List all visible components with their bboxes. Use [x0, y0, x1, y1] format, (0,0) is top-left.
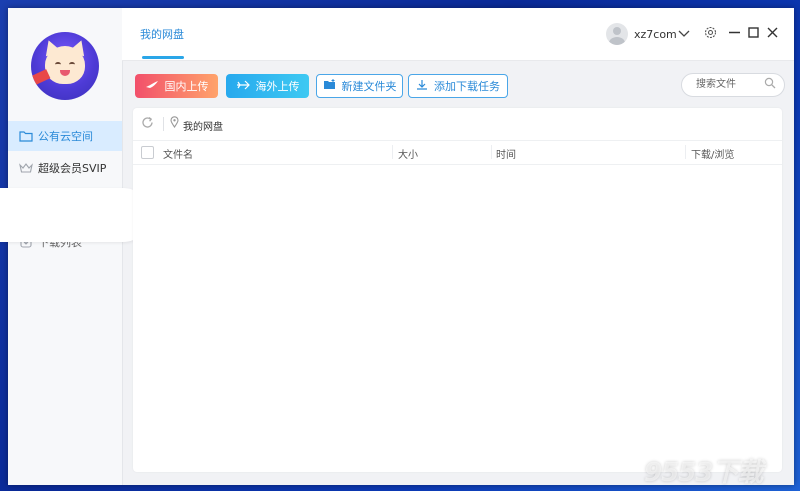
tab-my-disk[interactable]: 我的网盘 [140, 26, 184, 42]
close-icon[interactable] [767, 27, 778, 41]
app-logo [31, 32, 99, 100]
add-download-task-button[interactable]: 添加下载任务 [408, 74, 508, 98]
search-icon[interactable] [764, 77, 776, 92]
username[interactable]: xz7com [634, 28, 677, 41]
domestic-upload-label: 国内上传 [164, 80, 209, 93]
column-divider [685, 145, 686, 159]
sidebar-item-label: 公有云空间 [38, 130, 93, 143]
watermark: 9553下载 [644, 458, 763, 488]
column-header-filename[interactable]: 文件名 [163, 146, 193, 161]
overseas-upload-button[interactable]: 海外上传 [226, 74, 309, 98]
column-header-size[interactable]: 大小 [398, 146, 418, 161]
user-avatar[interactable] [606, 23, 628, 45]
search-box[interactable] [681, 73, 785, 97]
maximize-icon[interactable] [748, 27, 759, 41]
refresh-icon[interactable] [141, 116, 154, 133]
sidebar: 公有云空间 超级会员SVIP 下载列表 [8, 8, 123, 485]
logo-eye-right [69, 62, 75, 67]
add-download-task-label: 添加下载任务 [434, 80, 500, 93]
new-folder-label: 新建文件夹 [341, 80, 397, 93]
download-icon [416, 79, 428, 94]
column-header-download-browse[interactable]: 下载/浏览 [691, 146, 734, 161]
top-bar: 我的网盘 xz7com [122, 8, 794, 61]
sidebar-item-svip[interactable]: 超级会员SVIP [8, 153, 122, 183]
overseas-upload-label: 海外上传 [255, 80, 300, 93]
new-folder-icon [323, 79, 336, 93]
location-pin-icon [170, 116, 179, 131]
logo-cat-face [45, 46, 85, 84]
gear-icon[interactable] [704, 26, 717, 42]
upload-plane-icon [145, 80, 159, 93]
search-input[interactable] [694, 78, 762, 91]
chevron-down-icon[interactable] [678, 27, 690, 41]
logo-cape [31, 69, 51, 85]
app-window: 公有云空间 超级会员SVIP 下载列表 我的网盘 xz7com 国内上传 海外上… [0, 8, 794, 485]
crown-icon [18, 162, 34, 174]
path-separator [163, 117, 164, 131]
sidebar-item-label: 超级会员SVIP [38, 162, 107, 175]
overlay-bubble [0, 188, 150, 242]
folder-icon [18, 130, 34, 142]
sidebar-item-public-cloud[interactable]: 公有云空间 [8, 121, 122, 151]
new-folder-button[interactable]: 新建文件夹 [316, 74, 403, 98]
table-header: 文件名 大小 时间 下载/浏览 [133, 140, 782, 165]
column-divider [491, 145, 492, 159]
select-all-checkbox[interactable] [141, 146, 154, 159]
column-divider [392, 145, 393, 159]
breadcrumb[interactable]: 我的网盘 [183, 118, 223, 133]
file-panel: 我的网盘 文件名 大小 时间 下载/浏览 [133, 108, 782, 472]
logo-eye-left [55, 62, 61, 67]
column-header-time[interactable]: 时间 [496, 146, 516, 161]
tab-active-indicator [142, 56, 184, 59]
minimize-icon[interactable] [729, 27, 740, 41]
domestic-upload-button[interactable]: 国内上传 [135, 74, 218, 98]
path-bar: 我的网盘 [133, 108, 782, 141]
airplane-icon [236, 80, 250, 93]
